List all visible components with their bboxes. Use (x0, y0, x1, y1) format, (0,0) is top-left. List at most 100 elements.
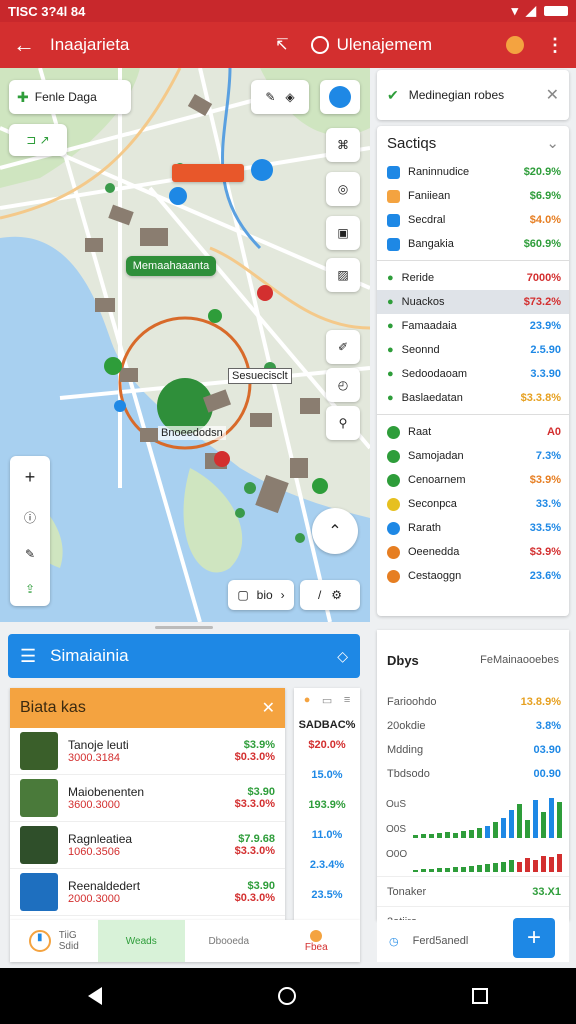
recents-nav-icon[interactable] (472, 988, 488, 1004)
chart-bar (525, 858, 530, 872)
map-nav-chip[interactable]: ▢ bio › (228, 580, 294, 610)
compass-small-icon: ◷ (389, 935, 399, 948)
stat-row[interactable]: ● Baslaedatan $3.3.8% (377, 386, 569, 410)
item-thumbnail (20, 732, 58, 770)
drag-handle[interactable] (155, 626, 213, 629)
stat-row[interactable]: ● Reride 7000% (377, 266, 569, 290)
back-nav-icon[interactable] (88, 987, 102, 1005)
tab-0[interactable]: ▮ TiiG Sdid (10, 920, 98, 962)
plus-icon: + (526, 924, 541, 951)
list-row[interactable]: Samojadan 7.3% (377, 444, 569, 468)
tab-3[interactable]: Fbea (273, 920, 361, 962)
window-icon[interactable]: ▭ (322, 694, 332, 707)
chart-label: O0O (386, 849, 408, 860)
chart-bar (453, 833, 458, 838)
tool-button-2[interactable]: ◎ (326, 172, 360, 206)
info-icon[interactable]: ⓘ (24, 509, 36, 526)
alert-icon[interactable] (506, 36, 524, 54)
share-map-icon[interactable]: ⇪ (25, 582, 35, 596)
tool-button-4[interactable]: ▨ (326, 258, 360, 292)
tool-button-5[interactable]: ✐ (326, 330, 360, 364)
pen-icon[interactable]: ✎ (25, 547, 35, 561)
mini-value: 11.0% (311, 829, 343, 841)
stat-row[interactable]: ● Famaadaia 23.9% (377, 314, 569, 338)
zoom-in-icon[interactable]: + (25, 467, 36, 488)
stats-row: Mdding 03.90 (377, 738, 569, 762)
list-row[interactable]: Cenoarnem $3.9% (377, 468, 569, 492)
row-icon: ● (387, 320, 394, 332)
row-name: Oeenedda (408, 546, 460, 558)
map-share-chip[interactable]: / ⚙ (300, 580, 360, 610)
tab-2[interactable]: Dbooeda (185, 920, 273, 962)
account-icon[interactable] (310, 36, 329, 54)
list-row[interactable]: Oeenedda $3.9% (377, 540, 569, 564)
tab-3-icon (310, 929, 323, 942)
home-tab-icon: ▮ (28, 930, 51, 952)
menu-icon[interactable]: ☰ (20, 646, 36, 667)
row-name: Faniiean (408, 190, 451, 202)
tool-button-3[interactable]: ▣ (326, 216, 360, 250)
stats-row-name: Tbdsodo (387, 768, 430, 780)
item-value-1: $3.9% (243, 739, 275, 751)
item-thumbnail (20, 873, 58, 911)
list-row[interactable]: Raat A0 (377, 420, 569, 444)
zoom-toolbar: + ⓘ ✎ ⇪ (10, 456, 50, 606)
more-vert-icon[interactable]: ⋮ (546, 35, 564, 56)
section-row[interactable]: Faniiean $6.9% (377, 184, 569, 208)
map-search-chip[interactable]: ✚ Fenle Daga (9, 80, 131, 114)
list-row[interactable]: Rarath 33.5% (377, 516, 569, 540)
stat-row[interactable]: ● Sedoodaoam 3.3.90 (377, 362, 569, 386)
row-dot-icon (387, 569, 400, 583)
chart-bar (437, 868, 442, 872)
nav-box-icon: ▢ (237, 588, 249, 602)
map-search-label: Fenle Daga (34, 90, 97, 104)
row-value: 33.5% (529, 522, 561, 534)
section-bar[interactable]: ☰ Simaiainia ◇ (8, 634, 360, 678)
mini-value: 193.9% (308, 799, 346, 811)
list-item[interactable]: Ragnleatiea 1060.3506 $7.9.68 $3.3.0% (10, 822, 285, 869)
tab-1[interactable]: Weads (97, 920, 185, 962)
list-item[interactable]: Reenaldedert 2000.3000 $3.90 $0.3.0% (10, 869, 285, 916)
list-item[interactable]: Tanoje leuti 3000.3184 $3.9% $0.3.0% (10, 728, 285, 775)
map-label-2: Bnoeedodsn (158, 426, 226, 440)
locate-button[interactable] (320, 80, 360, 114)
close-icon[interactable]: ✕ (546, 85, 559, 105)
item-value-2: $0.3.0% (234, 751, 275, 763)
row-value: $73.2% (523, 296, 561, 308)
chart-bar (413, 835, 418, 838)
section-row[interactable]: Raninnudice $20.9% (377, 160, 569, 184)
list-row[interactable]: Seconpca 33.% (377, 492, 569, 516)
row-value: $60.9% (523, 238, 561, 250)
list-item[interactable]: Maiobenenten 3600.3000 $3.90 $3.3.0% (10, 775, 285, 822)
map-tools-chip[interactable]: ✎ ◈ (251, 80, 309, 114)
settings-icon: ⚙ (331, 588, 343, 602)
tool-button-7[interactable]: ⚲ (326, 406, 360, 440)
add-button[interactable]: + (513, 918, 555, 958)
tool-button-1[interactable]: ⌘ (326, 128, 360, 162)
close-panel-icon[interactable]: ✕ (262, 698, 275, 718)
map-view[interactable]: ✚ Fenle Daga ⊐ ↗ ✎ ◈ ⌘ ◎ ▣ ▨ ✐ ◴ ⚲ + ⓘ ✎ … (0, 68, 370, 622)
stack-icon[interactable]: ≡ (344, 694, 350, 707)
stats-subtitle: FeMainaooebes (480, 654, 559, 666)
tab-0-sub: Sdid (58, 941, 79, 952)
row-icon: ● (387, 272, 394, 284)
stat-row[interactable]: ● Nuackos $73.2% (377, 290, 569, 314)
home-nav-icon[interactable] (278, 987, 296, 1005)
record-icon[interactable]: ● (304, 694, 311, 707)
location-icon[interactable]: ◇ (337, 648, 348, 665)
back-arrow-icon[interactable]: ← (12, 32, 36, 58)
section-row[interactable]: Secdral $4.0% (377, 208, 569, 232)
section-row[interactable]: Bangakia $60.9% (377, 232, 569, 256)
item-sub: 3000.3184 (68, 752, 120, 764)
section-header[interactable]: Sactiqs ⌄ (377, 126, 569, 160)
recenter-button[interactable]: ⌃ (312, 508, 358, 554)
stat-row[interactable]: ● Seonnd 2.5.90 (377, 338, 569, 362)
tool-button-6[interactable]: ◴ (326, 368, 360, 402)
directions-chip[interactable]: ⊐ ↗ (9, 124, 67, 156)
list-row[interactable]: Cestaoggn 23.6% (377, 564, 569, 588)
share-icon[interactable]: ↸ (275, 35, 288, 55)
chart-bar (485, 826, 490, 838)
mini-header: SADBAC% (298, 719, 356, 731)
row-name: Cestaoggn (408, 570, 462, 582)
mini-tools: ● ▭ ≡ (294, 688, 360, 713)
